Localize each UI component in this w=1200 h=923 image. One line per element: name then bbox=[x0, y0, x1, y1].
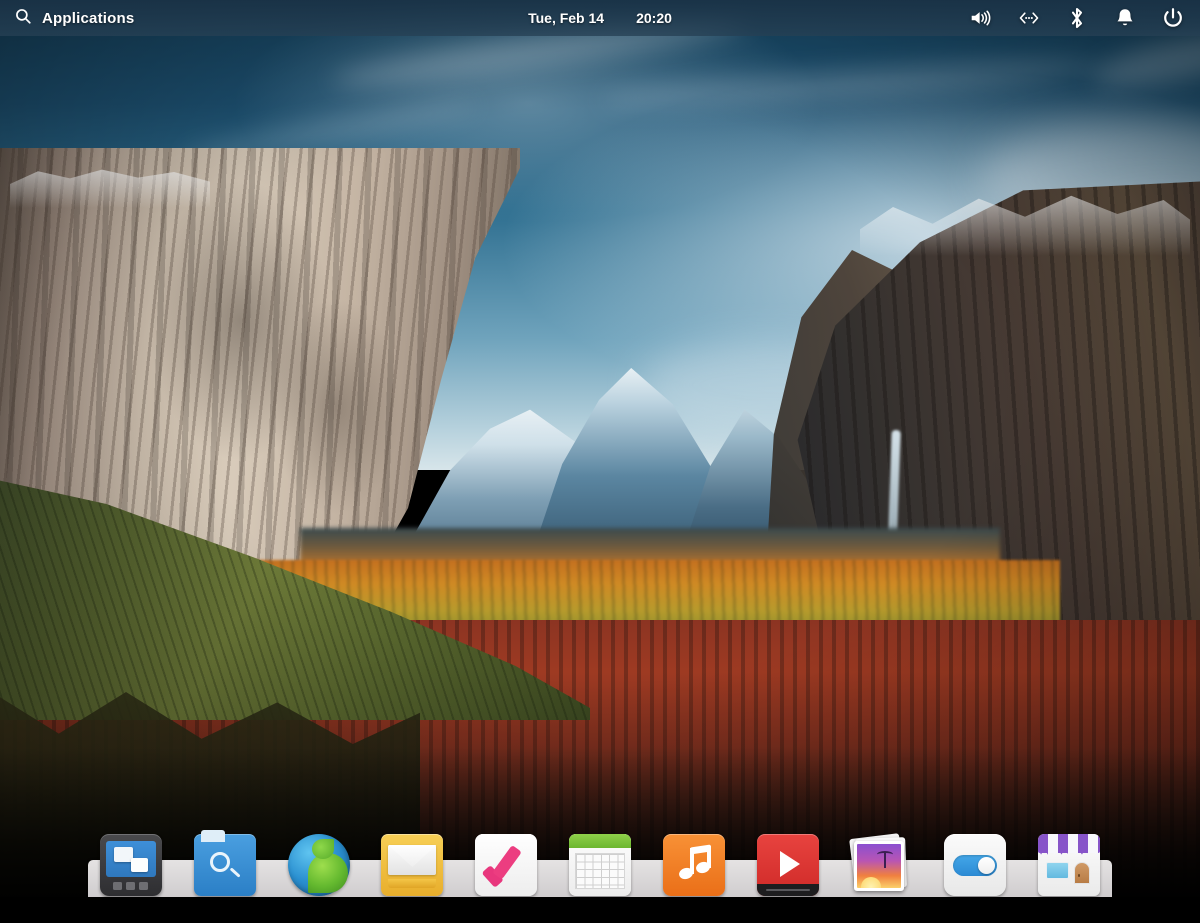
dock-item-tasks[interactable] bbox=[475, 834, 538, 896]
clock-date: Tue, Feb 14 bbox=[528, 10, 605, 26]
dock-item-calendar[interactable] bbox=[568, 834, 631, 896]
clock-area[interactable]: Tue, Feb 14 20:20 bbox=[430, 10, 770, 26]
el-capitan-snow bbox=[10, 169, 210, 208]
dock-item-appcenter[interactable] bbox=[1037, 834, 1100, 896]
dock-item-files[interactable] bbox=[193, 830, 256, 896]
dock-item-multitasking-view[interactable] bbox=[100, 834, 162, 896]
dock-item-videos[interactable] bbox=[756, 834, 819, 896]
top-panel: Applications Tue, Feb 14 20:20 bbox=[0, 0, 1200, 36]
play-icon bbox=[756, 834, 819, 896]
network-icon[interactable] bbox=[1018, 7, 1040, 29]
dock-item-music[interactable] bbox=[662, 834, 725, 896]
applications-menu[interactable]: Applications bbox=[0, 7, 134, 30]
desktop-wallpaper bbox=[0, 0, 1200, 897]
screen-bottom-edge bbox=[0, 897, 1200, 923]
multitasking-view-icon bbox=[100, 834, 162, 896]
toggle-icon bbox=[944, 834, 1007, 896]
dock bbox=[88, 824, 1112, 896]
bluetooth-icon[interactable] bbox=[1066, 7, 1088, 29]
power-icon[interactable] bbox=[1162, 7, 1184, 29]
system-tray bbox=[970, 7, 1184, 29]
dock-item-settings[interactable] bbox=[944, 834, 1007, 896]
files-icon bbox=[193, 830, 256, 896]
music-note-icon bbox=[662, 834, 725, 896]
checkmark-icon bbox=[475, 834, 538, 896]
mail-icon bbox=[381, 834, 444, 896]
dock-item-web[interactable] bbox=[287, 834, 350, 896]
globe-icon bbox=[287, 834, 350, 896]
applications-label: Applications bbox=[42, 9, 135, 27]
desktop-screen: Applications Tue, Feb 14 20:20 bbox=[0, 0, 1200, 923]
calendar-icon bbox=[568, 834, 631, 896]
dock-item-mail[interactable] bbox=[381, 834, 444, 896]
volume-icon[interactable] bbox=[970, 7, 992, 29]
notification-icon[interactable] bbox=[1114, 7, 1136, 29]
dock-item-photos[interactable] bbox=[849, 833, 912, 896]
search-icon bbox=[14, 7, 32, 30]
storefront-icon bbox=[1037, 834, 1100, 896]
photos-icon bbox=[849, 833, 912, 896]
clock-time: 20:20 bbox=[636, 10, 672, 26]
